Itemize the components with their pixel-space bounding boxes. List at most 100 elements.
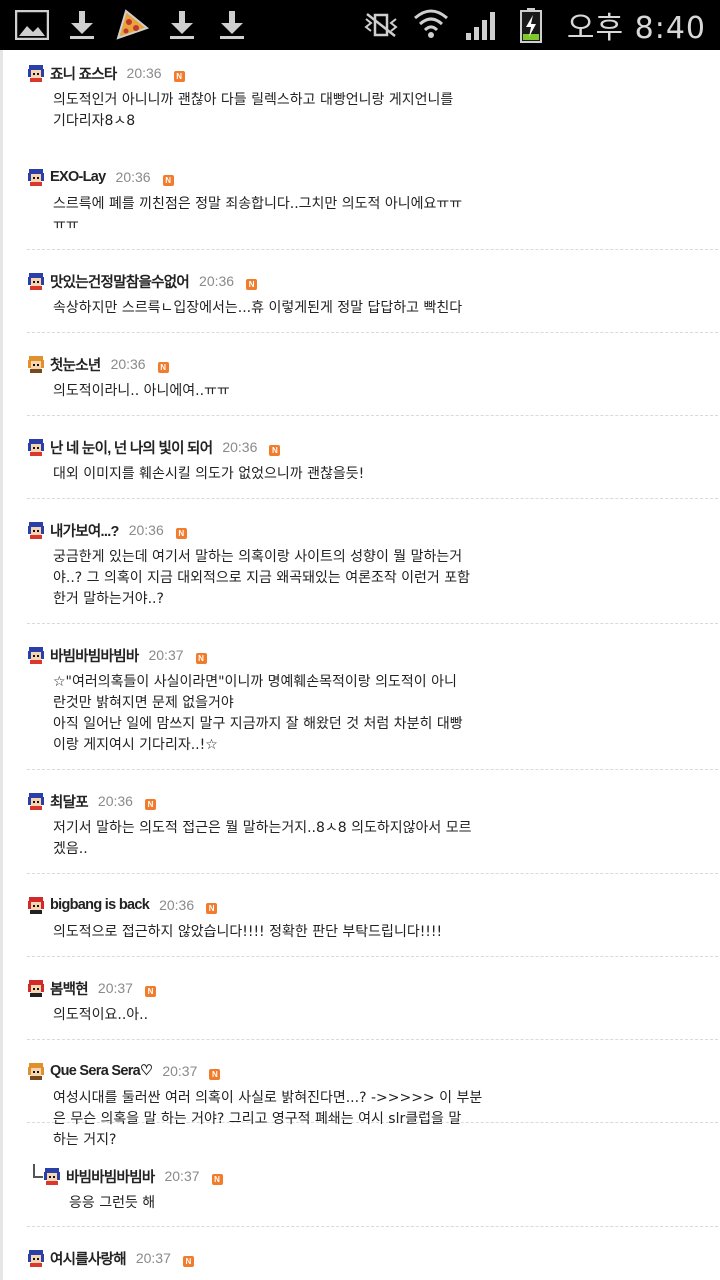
comment-header[interactable]: bigbang is back 20:36 N: [27, 894, 218, 916]
comment-header[interactable]: Que Sera Sera♡ 20:37 N: [27, 1060, 221, 1082]
comment-time: 20:36: [97, 793, 133, 809]
status-bar: 오후 8:40: [0, 0, 720, 50]
battery-charging-icon: [513, 8, 549, 43]
comment-header[interactable]: 죠니 죠스타 20:36 N: [27, 62, 185, 84]
comment-author[interactable]: 봄백현: [50, 978, 89, 999]
new-badge-icon: N: [211, 1173, 223, 1185]
comment-time: 20:36: [199, 273, 235, 289]
comment-header[interactable]: 최달포 20:36 N: [27, 790, 156, 812]
notification-icons: [14, 8, 250, 42]
comment-author[interactable]: 난 네 눈이, 넌 나의 빛이 되어: [50, 437, 213, 458]
comment-separator: [27, 1039, 720, 1040]
new-badge-icon: N: [195, 652, 207, 664]
comment-text: 의도적인거 아니니까 괜찮아 다들 릴렉스하고 대빵언니랑 게지언니를 기다리자…: [53, 92, 454, 129]
new-badge-icon: N: [144, 985, 156, 997]
comment-time: 20:36: [126, 65, 162, 81]
comment-header[interactable]: 바빔바빔바빔바 20:37 N: [27, 644, 207, 666]
comment-time: 20:37: [135, 1250, 171, 1266]
orange-hair-avatar[interactable]: [27, 1062, 50, 1080]
comment-header[interactable]: 맛있는건정말참을수없어 20:36 N: [27, 270, 258, 292]
comment-separator: [27, 873, 720, 874]
comment-author[interactable]: 여시를사랑해: [50, 1248, 127, 1269]
comment-time: 20:37: [97, 980, 133, 996]
blue-hair-avatar[interactable]: [27, 438, 50, 456]
comment-text: 대외 이미지를 훼손시킬 의도가 없었으니까 괜찮을듯!: [53, 466, 365, 482]
wifi-icon: [413, 8, 449, 42]
comment-separator: [27, 956, 720, 957]
comment-text: 의도적이요..아..: [53, 1007, 149, 1023]
comment-author[interactable]: 죠니 죠스타: [50, 63, 117, 84]
comment-text: 여성시대를 둘러싼 여러 의혹이 사실로 밝혀진다면...? ->>>>> 이 …: [53, 1090, 483, 1148]
comment-list[interactable]: 죠니 죠스타 20:36 N 의도적인거 아니니까 괜찮아 다들 릴렉스하고 대빵언니…: [0, 50, 720, 1280]
comment-author[interactable]: 내가보여...?: [50, 520, 119, 541]
comment-separator: [27, 332, 720, 333]
new-badge-icon: N: [162, 174, 174, 186]
comment-text: 의도적으로 접근하지 않았습니다!!!! 정확한 판단 부탁드립니다!!!!: [53, 924, 443, 940]
new-badge-icon: N: [206, 902, 218, 914]
comment-time: 20:37: [162, 1063, 198, 1079]
blue-hair-avatar[interactable]: [27, 168, 50, 186]
comment-author[interactable]: 바빔바빔바빔바: [66, 1166, 155, 1187]
comment-time: 20:36: [110, 356, 146, 372]
comment-text: 의도적이라니.. 아니에여..ㅠㅠ: [53, 383, 230, 399]
new-badge-icon: N: [269, 444, 281, 456]
blue-hair-avatar[interactable]: [27, 646, 50, 664]
comment-text: 궁금한게 있는데 여기서 말하는 의혹이랑 사이트의 성향이 뭘 말하는거 야.…: [53, 549, 471, 607]
comment-author[interactable]: 최달포: [50, 791, 89, 812]
new-badge-icon: N: [144, 798, 156, 810]
comment-author[interactable]: Que Sera Sera♡: [50, 1063, 153, 1079]
comment-text: 저기서 말하는 의도적 접근은 뭘 말하는거지..8ㅅ8 의도하지않아서 모르 …: [53, 820, 472, 857]
comment-separator: [27, 498, 720, 499]
red-hair-avatar[interactable]: [27, 979, 50, 997]
blue-hair-avatar[interactable]: [27, 1249, 50, 1267]
comment-separator: [27, 623, 720, 624]
vibrate-mute-icon: [363, 8, 399, 42]
new-badge-icon: N: [173, 70, 185, 82]
comment-separator: [27, 415, 720, 416]
system-icons: 오후 8:40: [363, 3, 706, 47]
comment-separator: [27, 1226, 720, 1227]
comment-header[interactable]: EXO-Lay 20:36 N: [27, 166, 174, 188]
blue-hair-avatar[interactable]: [27, 792, 50, 810]
comment-header[interactable]: 첫눈소년 20:36 N: [27, 353, 169, 375]
reply-text: 응응 그런듯 해: [69, 1195, 156, 1211]
comment-text: 스르륵에 폐를 끼친점은 정말 죄송합니다..그치만 의도적 아니에요ㅠㅠ ㅠㅠ: [53, 196, 463, 233]
download-icon: [64, 8, 100, 42]
comment-header[interactable]: 여시를사랑해 20:37 N: [27, 1247, 194, 1269]
comment-time: 20:36: [128, 522, 164, 538]
blue-hair-avatar[interactable]: [43, 1167, 66, 1185]
comment-header[interactable]: 난 네 눈이, 넌 나의 빛이 되어 20:36 N: [27, 436, 281, 458]
signal-icon: [463, 8, 499, 42]
comment-text: ☆"여러의혹들이 사실이라면"이니까 명예훼손목적이랑 의도적이 아니 란것만 …: [53, 674, 463, 753]
red-hair-avatar[interactable]: [27, 896, 50, 914]
gallery-icon: [14, 8, 50, 42]
blue-hair-avatar[interactable]: [27, 272, 50, 290]
comment-separator: [27, 249, 720, 250]
new-badge-icon: N: [182, 1255, 194, 1267]
reply-header[interactable]: 바빔바빔바빔바 20:37 N: [43, 1165, 223, 1187]
comment-author[interactable]: 첫눈소년: [50, 354, 101, 375]
blue-hair-avatar[interactable]: [27, 64, 50, 82]
blue-hair-avatar[interactable]: [27, 521, 50, 539]
comment-separator: [27, 769, 720, 770]
comment-text: 속상하지만 스르륵ㄴ입장에서는...휴 이렇게된게 정말 답답하고 빡친다: [53, 300, 463, 316]
comment-time: 20:36: [159, 897, 195, 913]
comment-time: 20:37: [164, 1168, 200, 1184]
comment-author[interactable]: 바빔바빔바빔바: [50, 645, 139, 666]
comment-header[interactable]: 내가보여...? 20:36 N: [27, 519, 187, 541]
comment-time: 20:36: [115, 169, 151, 185]
reply-arrow-icon: [33, 1164, 43, 1178]
orange-hair-avatar[interactable]: [27, 355, 50, 373]
comment-time: 20:37: [148, 647, 184, 663]
download-icon: [164, 8, 200, 42]
comment-header[interactable]: 봄백현 20:37 N: [27, 977, 156, 999]
comment-author[interactable]: 맛있는건정말참을수없어: [50, 271, 190, 292]
comment-time: 20:36: [222, 439, 258, 455]
comment-author[interactable]: bigbang is back: [50, 897, 150, 913]
download-icon: [214, 8, 250, 42]
new-badge-icon: N: [175, 527, 187, 539]
comment-author[interactable]: EXO-Lay: [50, 169, 106, 185]
pizza-icon: [114, 8, 150, 42]
new-badge-icon: N: [209, 1068, 221, 1080]
new-badge-icon: N: [246, 278, 258, 290]
